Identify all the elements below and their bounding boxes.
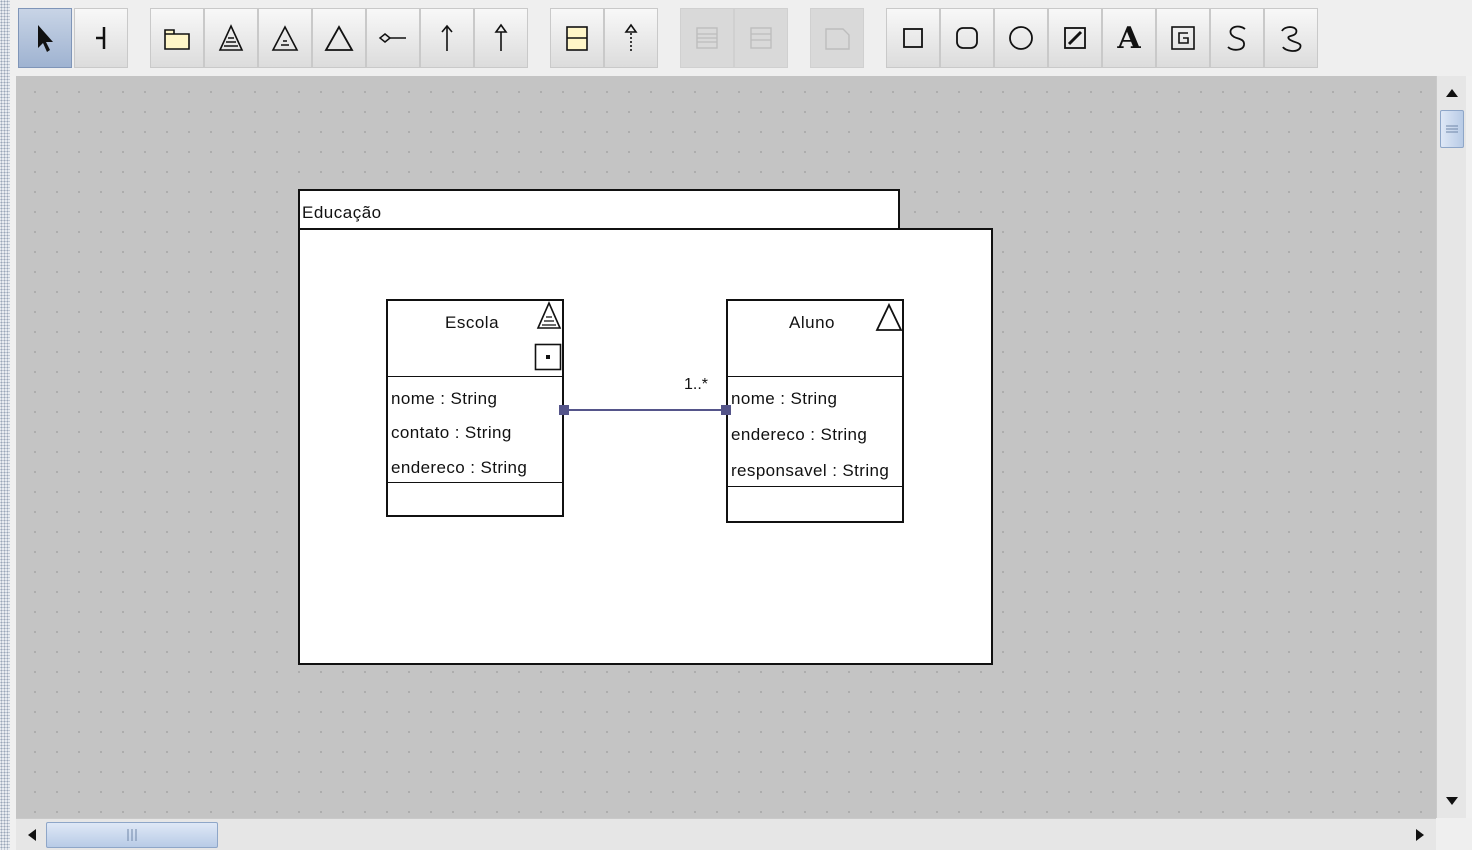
compartment-box-icon — [566, 26, 588, 51]
package-icon — [164, 29, 190, 50]
note-disabled-icon — [825, 28, 850, 50]
vertical-scrollbar[interactable] — [1436, 76, 1466, 818]
line-tool-button[interactable] — [1048, 8, 1102, 68]
association-tool-button[interactable] — [420, 8, 474, 68]
rounded-rectangle-tool-button[interactable] — [940, 8, 994, 68]
anchor-icon — [96, 27, 106, 49]
aggregation-diamond-icon — [378, 33, 406, 43]
vertical-scroll-thumb[interactable] — [1440, 110, 1464, 148]
diagram-canvas[interactable]: Educação Escola nome : String contato : … — [16, 76, 1436, 818]
triangle-up-icon — [1446, 89, 1458, 97]
package-tool-button[interactable] — [150, 8, 204, 68]
window-edge — [0, 0, 10, 850]
image-frame-icon — [1171, 26, 1195, 50]
note-tool-button[interactable] — [810, 8, 864, 68]
class-triangle-dot-icon — [271, 25, 299, 51]
square-icon — [903, 28, 923, 48]
rounded-square-icon — [956, 27, 978, 49]
connector-handle[interactable] — [721, 405, 731, 415]
triangle-right-icon — [1416, 829, 1424, 841]
horizontal-scroll-thumb[interactable] — [46, 822, 218, 848]
image-tool-button[interactable] — [1156, 8, 1210, 68]
class-tool-button[interactable] — [312, 8, 366, 68]
text-a-icon: A — [1117, 20, 1141, 56]
s-curve-icon — [1227, 25, 1246, 51]
scroll-left-button[interactable] — [18, 821, 46, 849]
association-line[interactable] — [16, 76, 1436, 818]
triangle-icon — [324, 25, 354, 51]
compartment-disabled-icon — [750, 27, 772, 49]
toolbar: A — [10, 0, 1472, 76]
grip-icon — [1446, 125, 1458, 133]
class-triangle-lines-icon — [218, 24, 244, 51]
connector-handle[interactable] — [559, 405, 569, 415]
aggregation-tool-button[interactable] — [366, 8, 420, 68]
grip-icon — [127, 829, 137, 841]
triangle-down-icon — [1446, 797, 1458, 805]
add-attribute-tool-button[interactable] — [680, 8, 734, 68]
curve-tool-button[interactable] — [1264, 8, 1318, 68]
circle-icon — [1009, 26, 1033, 50]
multiplicity-label[interactable]: 1..* — [684, 376, 708, 394]
attribute-compartment-tool-button[interactable] — [550, 8, 604, 68]
horizontal-scrollbar[interactable] — [16, 818, 1436, 850]
text-tool-button[interactable]: A — [1102, 8, 1156, 68]
scroll-down-button[interactable] — [1439, 786, 1465, 816]
triangle-left-icon — [28, 829, 36, 841]
pointer-arrow-icon — [38, 25, 53, 52]
abstract-class-tool-button[interactable] — [204, 8, 258, 68]
compartment-disabled-icon — [696, 27, 718, 49]
loop-curve-icon — [1281, 26, 1302, 52]
scrollbar-corner — [1436, 818, 1472, 850]
uml-editor-window: A Educação Escola nome : String contato … — [0, 0, 1472, 850]
select-tool-button[interactable] — [18, 8, 72, 68]
interface-class-tool-button[interactable] — [258, 8, 312, 68]
anchor-tool-button[interactable] — [74, 8, 128, 68]
rectangle-tool-button[interactable] — [886, 8, 940, 68]
arrow-up-icon — [441, 24, 453, 51]
ellipse-tool-button[interactable] — [994, 8, 1048, 68]
scroll-up-button[interactable] — [1439, 78, 1465, 108]
dependency-tool-button[interactable] — [604, 8, 658, 68]
generalization-arrow-icon — [494, 23, 508, 51]
spline-tool-button[interactable] — [1210, 8, 1264, 68]
generalization-tool-button[interactable] — [474, 8, 528, 68]
line-box-icon — [1064, 27, 1086, 49]
add-operation-tool-button[interactable] — [734, 8, 788, 68]
scroll-right-button[interactable] — [1406, 821, 1434, 849]
dependency-arrow-icon — [624, 23, 638, 51]
